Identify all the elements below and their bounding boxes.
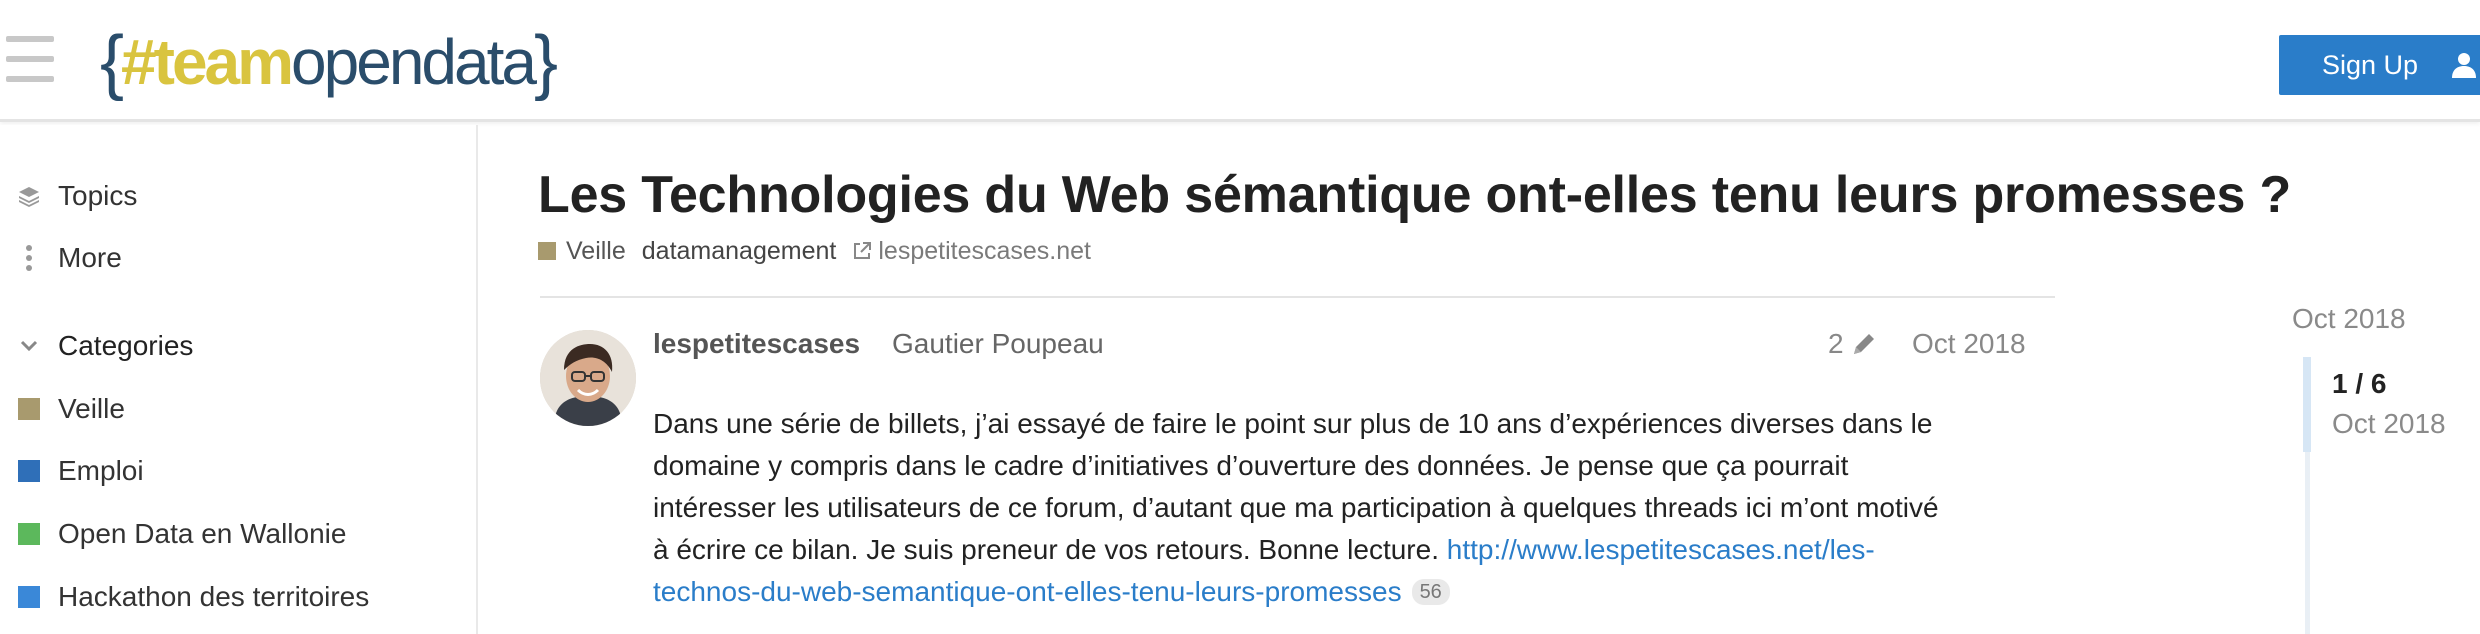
user-icon	[2452, 53, 2476, 78]
category-swatch	[18, 586, 40, 608]
post-link-continued[interactable]: technos-du-web-semantique-ont-elles-tenu…	[653, 576, 1402, 607]
category-label: Hackathon des territoires	[58, 581, 370, 612]
sidebar-category-hackathon[interactable]: Hackathon des territoires	[0, 571, 369, 623]
topic-tag[interactable]: datamanagement	[642, 237, 837, 266]
pencil-icon	[1853, 334, 1874, 354]
post-body-line: Dans une série de billets, j’ai essayé d…	[653, 408, 1933, 439]
category-swatch	[18, 523, 40, 545]
sidebar-item-topics[interactable]: Topics	[0, 170, 137, 222]
vertical-ellipsis-icon	[0, 244, 58, 272]
external-domain: lespetitescases.net	[878, 236, 1091, 265]
post-link[interactable]: http://www.lespetitescases.net/les-	[1447, 534, 1875, 565]
post-body-line: à écrire ce bilan. Je suis preneur de vo…	[653, 529, 2053, 571]
timeline-position: 1 / 6	[2332, 368, 2387, 399]
post-body: Dans une série de billets, j’ai essayé d…	[653, 403, 2053, 613]
logo-team: team	[153, 26, 294, 98]
timeline-start-date[interactable]: Oct 2018	[2292, 303, 2406, 335]
categories-toggle[interactable]: Categories	[0, 320, 193, 372]
categories-header: Categories	[58, 330, 194, 361]
topic-category[interactable]: Veille	[566, 237, 626, 266]
sidebar-category-emploi[interactable]: Emploi	[0, 445, 144, 497]
sidebar: Topics More Categories Veille Emploi Ope…	[0, 125, 478, 634]
site-logo[interactable]: { # team opendata }	[100, 22, 558, 102]
category-label: Veille	[58, 393, 125, 424]
link-click-count-badge: 56	[1411, 579, 1450, 605]
post-body-line: intéresser les utilisateurs de ce forum,…	[653, 492, 1939, 523]
logo-hash: #	[121, 26, 157, 98]
topic-meta: Veille datamanagement lespetitescases.ne…	[538, 234, 1091, 268]
post-body-text: à écrire ce bilan. Je suis preneur de vo…	[653, 534, 1447, 565]
logo-brace-open: {	[100, 22, 124, 102]
category-label: Emploi	[58, 455, 144, 486]
hamburger-menu-icon[interactable]	[6, 36, 54, 82]
sidebar-category-open-data-wallonie[interactable]: Open Data en Wallonie	[0, 508, 346, 560]
post-body-line: technos-du-web-semantique-ont-elles-tenu…	[653, 571, 2053, 613]
edit-count: 2	[1828, 328, 1844, 359]
timeline-scroll-handle[interactable]	[2303, 357, 2311, 452]
post-date[interactable]: Oct 2018	[1912, 328, 2026, 360]
title-divider	[540, 296, 2055, 298]
post-full-name[interactable]: Gautier Poupeau	[892, 328, 1104, 360]
login-button[interactable]	[2430, 35, 2480, 95]
topic-title[interactable]: Les Technologies du Web sémantique ont-e…	[538, 165, 2291, 225]
logo-brace-close: }	[533, 22, 558, 102]
sidebar-category-veille[interactable]: Veille	[0, 383, 125, 435]
timeline-current-date: Oct 2018	[2332, 408, 2446, 439]
topic-external-link[interactable]: lespetitescases.net	[852, 237, 1091, 266]
chevron-down-icon	[0, 340, 58, 352]
site-header: { # team opendata } Sign Up	[0, 0, 2480, 122]
sidebar-item-more[interactable]: More	[0, 232, 122, 284]
sidebar-item-label: More	[58, 242, 122, 273]
post-body-line: domaine y compris dans le cadre d’initia…	[653, 450, 1849, 481]
post-username[interactable]: lespetitescases	[653, 328, 860, 360]
external-link-icon	[854, 242, 872, 259]
category-swatch	[538, 242, 556, 260]
layers-icon	[0, 184, 58, 208]
sidebar-item-label: Topics	[58, 180, 138, 211]
category-swatch	[18, 398, 40, 420]
avatar[interactable]	[540, 330, 636, 426]
post-edit-history[interactable]: 2	[1828, 328, 1878, 360]
logo-opendata: opendata	[291, 26, 537, 98]
category-label: Open Data en Wallonie	[58, 518, 347, 549]
category-swatch	[18, 460, 40, 482]
